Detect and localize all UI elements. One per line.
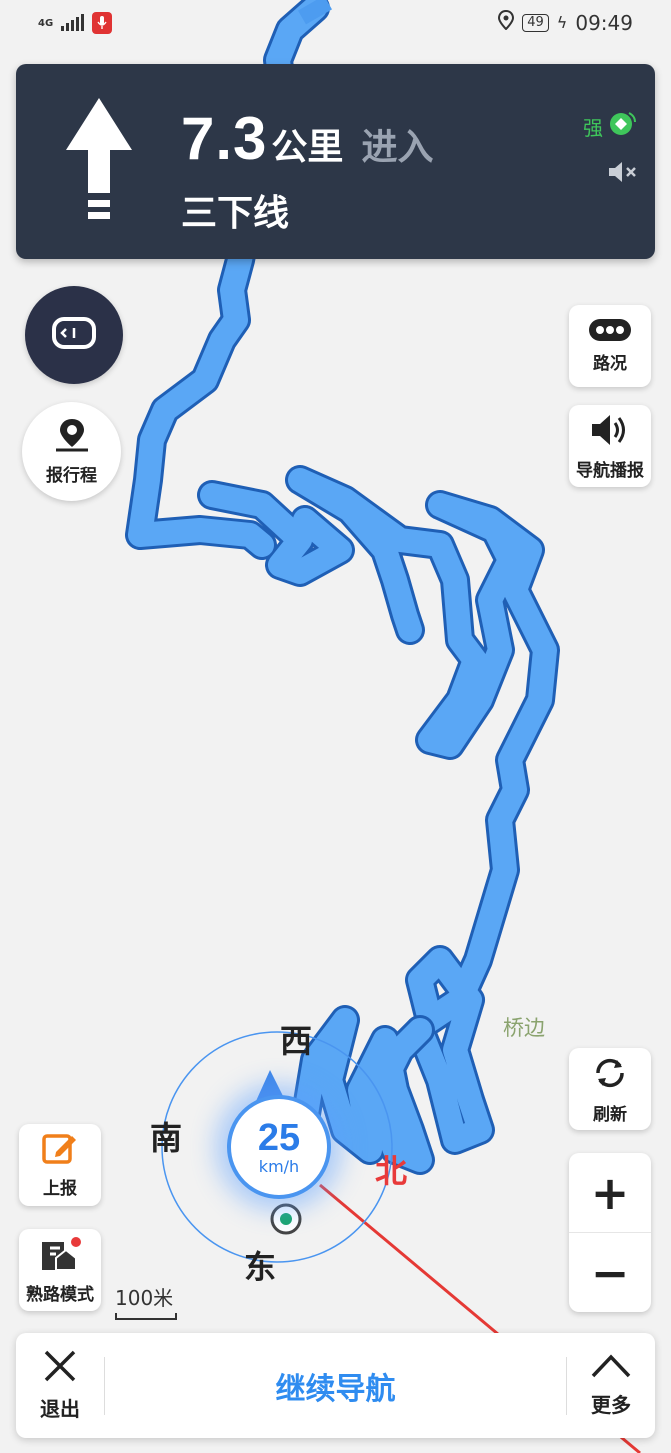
turn-action: 进入 xyxy=(361,127,434,168)
traffic-label: 路况 xyxy=(593,353,627,374)
vr-mode-button[interactable] xyxy=(25,286,123,384)
distance-value: 7.3 xyxy=(181,105,268,172)
report-trip-button[interactable]: 报行程 xyxy=(22,402,121,501)
edit-icon xyxy=(42,1132,78,1170)
compass-south: 南 xyxy=(150,1119,183,1157)
road-name: 三下线 xyxy=(181,193,290,234)
speed-value: 25 xyxy=(257,1116,301,1159)
charging-icon: ϟ xyxy=(556,13,568,32)
clock: 09:49 xyxy=(575,10,633,35)
familiar-road-icon xyxy=(38,1236,82,1276)
battery-level: 49 xyxy=(522,13,549,32)
scale-bar xyxy=(115,1313,177,1320)
refresh-button[interactable]: 刷新 xyxy=(569,1048,651,1130)
mute-icon[interactable] xyxy=(607,158,639,190)
chevron-up-icon xyxy=(590,1353,632,1383)
traffic-icon xyxy=(589,318,631,345)
exit-label: 退出 xyxy=(40,1397,80,1421)
report-trip-label: 报行程 xyxy=(46,466,97,486)
voice-broadcast-label: 导航播报 xyxy=(576,460,644,481)
network-type: 4G xyxy=(38,17,54,29)
status-bar-left: 4G xyxy=(38,12,113,34)
navigation-panel[interactable]: 7.3 公里 进入 三下线 强 xyxy=(16,64,655,259)
speed-indicator: 25 km/h xyxy=(227,1095,331,1199)
voice-broadcast-button[interactable]: 导航播报 xyxy=(569,405,651,487)
familiar-mode-label: 熟路模式 xyxy=(26,1284,94,1305)
location-icon xyxy=(498,9,515,35)
zoom-controls: + − xyxy=(569,1153,651,1312)
gps-signal: 强 xyxy=(583,110,637,142)
compass-north: 北 xyxy=(375,1152,408,1190)
zoom-out-button[interactable]: − xyxy=(569,1233,651,1312)
more-button[interactable]: 更多 xyxy=(567,1333,655,1438)
report-button[interactable]: 上报 xyxy=(19,1124,101,1206)
location-pin-icon xyxy=(52,417,92,457)
scale-label: 100米 xyxy=(115,1286,174,1310)
straight-arrow-icon xyxy=(66,98,132,227)
microphone-icon xyxy=(92,12,113,34)
status-bar: 4G 49 ϟ 09:49 xyxy=(0,0,671,46)
speed-unit: km/h xyxy=(258,1156,300,1176)
bottom-bar: 退出 继续导航 更多 xyxy=(16,1333,655,1438)
refresh-label: 刷新 xyxy=(593,1104,627,1125)
vr-icon xyxy=(51,316,97,354)
gps-signal-label: 强 xyxy=(583,115,603,140)
status-bar-right: 49 ϟ 09:49 xyxy=(498,9,633,35)
refresh-icon xyxy=(591,1054,629,1096)
continue-navigation-button[interactable]: 继续导航 xyxy=(105,1333,566,1438)
minus-icon: − xyxy=(590,1245,630,1300)
next-turn-distance: 7.3 公里 进入 xyxy=(181,104,433,173)
distance-unit: 公里 xyxy=(271,127,344,168)
more-label: 更多 xyxy=(591,1393,631,1417)
compass-east: 东 xyxy=(244,1248,277,1286)
compass-west: 西 xyxy=(280,1022,313,1060)
close-icon xyxy=(43,1349,77,1387)
traffic-button[interactable]: 路况 xyxy=(569,305,651,387)
report-label: 上报 xyxy=(43,1178,77,1199)
map-scale: 100米 xyxy=(115,1282,177,1320)
signal-icon xyxy=(61,14,85,31)
plus-icon: + xyxy=(590,1165,630,1220)
zoom-in-button[interactable]: + xyxy=(569,1153,651,1233)
familiar-road-mode-button[interactable]: 熟路模式 xyxy=(19,1229,101,1311)
speaker-icon xyxy=(590,412,630,452)
satellite-icon xyxy=(607,110,637,142)
place-label: 桥边 xyxy=(503,1016,545,1040)
exit-button[interactable]: 退出 xyxy=(16,1333,104,1438)
